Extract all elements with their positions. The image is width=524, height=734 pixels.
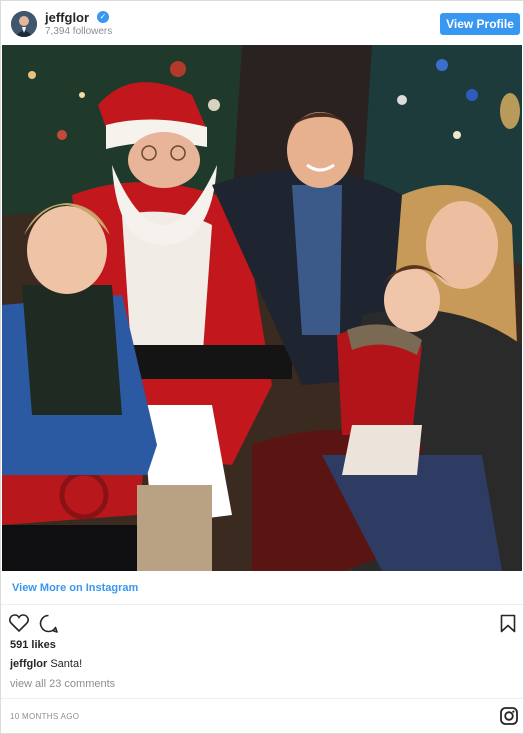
instagram-logo-icon[interactable] [500,707,518,725]
avatar[interactable] [11,11,37,37]
caption-text: Santa! [50,658,83,670]
username[interactable]: jeffglor [45,10,89,25]
comment-icon[interactable] [39,614,58,638]
bookmark-icon[interactable] [500,614,516,638]
view-more-link[interactable]: View More on Instagram [12,582,138,594]
view-profile-button[interactable]: View Profile [440,13,520,35]
post-actions [1,605,523,641]
verified-badge-icon: ✓ [97,11,109,23]
instagram-embed: jeffglor ✓ 7,394 followers View Profile [0,0,524,734]
heart-icon[interactable] [9,614,29,637]
post-timestamp: 10 MONTHS AGO [10,712,80,721]
follower-count: 7,394 followers [45,26,113,37]
view-comments-link[interactable]: view all 23 comments [10,678,115,690]
caption: jeffglor Santa! [10,658,82,670]
post-footer: 10 MONTHS AGO [1,698,523,734]
view-more-row: View More on Instagram [1,571,523,605]
like-count: 591 likes [10,639,56,651]
caption-username[interactable]: jeffglor [10,658,47,670]
post-photo[interactable] [2,45,522,571]
post-header: jeffglor ✓ 7,394 followers View Profile [1,1,523,45]
